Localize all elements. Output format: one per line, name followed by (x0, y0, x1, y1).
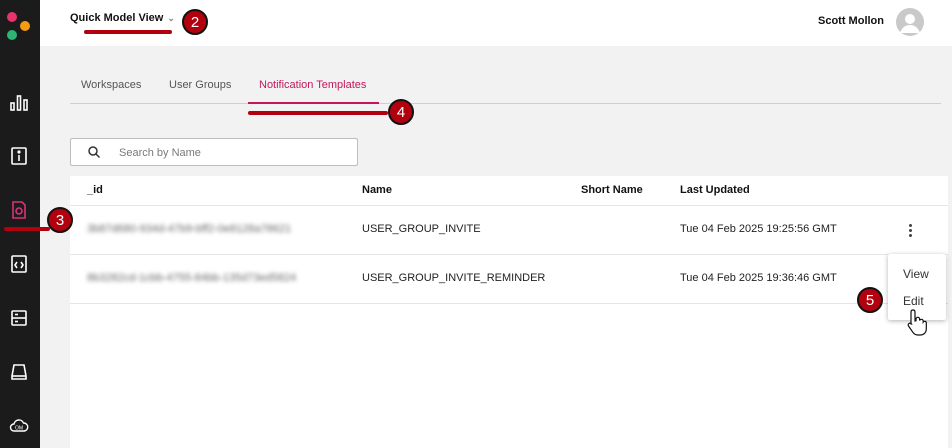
cloud-om-icon[interactable]: OM (8, 415, 30, 437)
user-name: Scott Mollon (818, 15, 884, 27)
templates-table: _id Name Short Name Last Updated 3b87d68… (70, 176, 948, 448)
tab-bar: Workspaces User Groups Notification Temp… (70, 77, 941, 104)
view-switcher-dropdown[interactable]: Quick Model View ⌄ (70, 12, 175, 24)
menu-item-edit[interactable]: Edit (903, 294, 924, 308)
app-logo-icon[interactable] (4, 10, 34, 42)
svg-text:OM: OM (15, 426, 23, 432)
analytics-icon[interactable] (8, 91, 30, 113)
callout-3: 3 (47, 207, 73, 233)
row-name: USER_GROUP_INVITE_REMINDER (362, 272, 546, 284)
menu-item-view[interactable]: View (903, 267, 929, 281)
notification-template-icon[interactable] (8, 199, 30, 221)
top-header: Quick Model View ⌄ Scott Mollon (40, 0, 952, 46)
row-actions-kebab-icon[interactable] (903, 220, 917, 240)
table-row[interactable]: 3b87d680-934d-47b9-bff2-0e8128a78621 USE… (70, 206, 948, 255)
list-icon[interactable] (8, 307, 30, 329)
column-header-name[interactable]: Name (362, 184, 392, 196)
search-box[interactable] (70, 138, 358, 166)
user-avatar-icon (900, 14, 920, 33)
hand-pointer-cursor-icon (907, 309, 927, 336)
search-icon (88, 146, 101, 159)
active-tab-indicator (248, 102, 379, 104)
row-last-updated: Tue 04 Feb 2025 19:25:56 GMT (680, 223, 837, 235)
column-header-last-updated[interactable]: Last Updated (680, 184, 750, 196)
tab-workspaces[interactable]: Workspaces (81, 79, 141, 91)
callout-5: 5 (857, 287, 883, 313)
row-id: 8b3282cd-1cbb-4755-84bb-135d73ed5824 (87, 272, 297, 284)
avatar[interactable] (896, 8, 924, 36)
tab-user-groups[interactable]: User Groups (169, 79, 231, 91)
marker-line-3 (4, 227, 50, 231)
row-last-updated: Tue 04 Feb 2025 19:36:46 GMT (680, 272, 837, 284)
row-name: USER_GROUP_INVITE (362, 223, 481, 235)
table-row[interactable]: 8b3282cd-1cbb-4755-84bb-135d73ed5824 USE… (70, 255, 948, 304)
storage-icon[interactable] (8, 361, 30, 383)
sidebar: OM (0, 0, 40, 448)
info-icon[interactable] (8, 145, 30, 167)
column-header-short-name[interactable]: Short Name (581, 184, 643, 196)
view-switcher-label: Quick Model View (70, 12, 164, 24)
tab-notification-templates[interactable]: Notification Templates (259, 79, 366, 91)
search-input[interactable] (117, 143, 351, 163)
code-icon[interactable] (8, 253, 30, 275)
chevron-down-icon: ⌄ (167, 12, 175, 23)
callout-2: 2 (182, 9, 208, 35)
callout-4: 4 (388, 99, 414, 125)
marker-line-2 (84, 30, 172, 34)
marker-line-4 (248, 111, 388, 115)
row-id: 3b87d680-934d-47b9-bff2-0e8128a78621 (87, 223, 292, 235)
column-header-id[interactable]: _id (87, 184, 103, 196)
table-header-row: _id Name Short Name Last Updated (70, 176, 948, 206)
